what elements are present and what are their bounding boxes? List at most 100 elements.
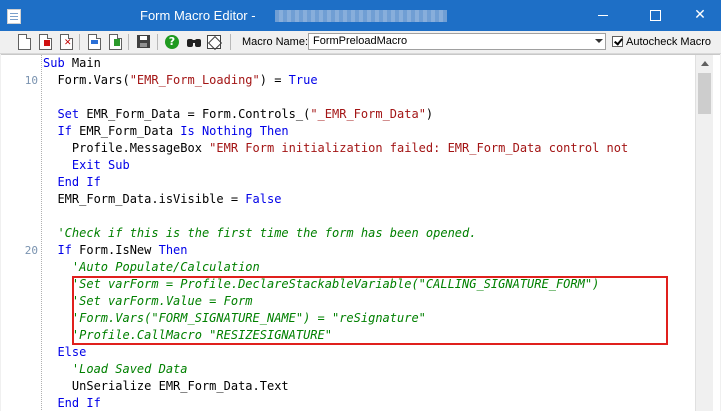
code-token: Sub [43, 56, 72, 70]
code-token: Form.IsNew [79, 243, 159, 257]
code-token: False [245, 192, 282, 206]
code-token: End If [43, 175, 101, 189]
code-token: UnSerialize EMR_Form_Data.Text [43, 379, 289, 393]
code-token: EMR_Form_Data [79, 124, 181, 138]
help-button[interactable]: ? [164, 34, 180, 50]
code-token: EMR_Form_Data.isVisible = [43, 192, 246, 206]
code-line[interactable]: 'Check if this is the first time the for… [1, 225, 701, 242]
minimize-button[interactable] [586, 0, 620, 31]
scroll-up-arrow-icon[interactable] [696, 55, 713, 72]
code-line[interactable]: 20 If Form.IsNew Then [1, 242, 701, 259]
toolbar-separator [157, 34, 158, 50]
find-icon [186, 36, 202, 48]
delete-macro-button[interactable]: ✕ [58, 34, 74, 50]
code-token: 'Auto Populate/Calculation [43, 260, 260, 274]
close-button[interactable]: ✕ [683, 0, 717, 31]
redacted-title-text [275, 10, 447, 22]
code-line[interactable]: If EMR_Form_Data Is Nothing Then [1, 123, 701, 140]
find-button[interactable] [186, 34, 202, 50]
new-macro-button[interactable] [16, 34, 32, 50]
toolbar-separator [79, 34, 80, 50]
code-text: Else [43, 344, 86, 361]
code-token: ) = [259, 73, 289, 87]
code-token: "EMR Form initialization failed: EMR_For… [209, 141, 629, 155]
code-token: Form.Vars( [43, 73, 130, 87]
code-token: If [43, 124, 80, 138]
code-line[interactable]: End If [1, 395, 701, 411]
code-token: 'Check if this is the first time the for… [43, 226, 477, 240]
code-token: Main [71, 56, 101, 70]
code-text: Set EMR_Form_Data = Form.Controls_("_EMR… [43, 106, 433, 123]
code-editor[interactable]: Sub Main 10 Form.Vars("EMR_Form_Loading")… [1, 54, 720, 411]
code-line[interactable]: 10 Form.Vars("EMR_Form_Loading") = True [1, 72, 701, 89]
code-text: 'Auto Populate/Calculation [43, 259, 260, 276]
new-from-template-button[interactable] [37, 34, 53, 50]
line-number: 20 [24, 244, 38, 257]
code-token: True [288, 73, 318, 87]
code-token: "_EMR_Form_Data" [310, 107, 426, 121]
code-text: 'Check if this is the first time the for… [43, 225, 476, 242]
window-title: Form Macro Editor - [140, 8, 256, 23]
code-token: Is Nothing Then [180, 124, 289, 138]
save-button[interactable] [136, 34, 152, 50]
code-line[interactable]: End If [1, 174, 701, 191]
import-icon [88, 34, 101, 50]
code-token: "EMR_Form_Loading" [129, 73, 260, 87]
code-line[interactable]: 'Load Saved Data [1, 361, 701, 378]
code-token: Exit Sub [43, 158, 130, 172]
code-text: Form.Vars("EMR_Form_Loading") = True [43, 72, 318, 89]
import-button[interactable] [86, 34, 102, 50]
autocheck-label: Autocheck Macro [626, 36, 711, 48]
code-text: End If [43, 174, 101, 191]
toolbar-separator [128, 34, 129, 50]
code-text: Sub Main [43, 55, 101, 72]
code-line[interactable]: 'Auto Populate/Calculation [1, 259, 701, 276]
new-document-icon [18, 34, 31, 50]
code-line[interactable] [1, 208, 701, 225]
code-line[interactable]: UnSerialize EMR_Form_Data.Text [1, 378, 701, 395]
export-icon [109, 34, 122, 50]
code-line[interactable]: Else [1, 344, 701, 361]
code-text: If EMR_Form_Data Is Nothing Then [43, 123, 289, 140]
code-text: End If [43, 395, 101, 411]
code-line[interactable] [1, 89, 701, 106]
maximize-button[interactable] [638, 0, 672, 31]
code-line[interactable]: EMR_Form_Data.isVisible = False [1, 191, 701, 208]
code-token: EMR_Form_Data = Form.Controls_( [86, 107, 311, 121]
code-text: Profile.MessageBox "EMR Form initializat… [43, 140, 628, 157]
macro-name-value: FormPreloadMacro [313, 35, 408, 47]
code-text: Exit Sub [43, 157, 130, 174]
title-bar[interactable]: Form Macro Editor - ✕ [0, 0, 721, 31]
vertical-scrollbar[interactable] [695, 55, 713, 411]
macro-name-label: Macro Name: [242, 36, 309, 48]
delete-document-icon: ✕ [60, 34, 73, 50]
maximize-icon [649, 9, 661, 21]
print-button[interactable] [206, 34, 223, 51]
code-token: ) [425, 107, 434, 121]
export-button[interactable] [107, 34, 123, 50]
scrollbar-thumb[interactable] [698, 73, 711, 114]
line-number: 10 [24, 74, 38, 87]
code-line[interactable]: Exit Sub [1, 157, 701, 174]
toolbar-separator [230, 34, 231, 50]
macro-name-select[interactable]: FormPreloadMacro [308, 33, 606, 50]
code-token: Else [43, 345, 87, 359]
help-icon: ? [165, 35, 179, 49]
print-icon [207, 35, 223, 51]
code-token: Profile.MessageBox [43, 141, 210, 155]
code-token: 'Load Saved Data [43, 362, 188, 376]
minimize-icon [598, 14, 608, 16]
toolbar: ✕ ? Macro Name: FormPreloadMacro Autoche… [0, 31, 721, 54]
code-line[interactable]: Sub Main [1, 55, 701, 72]
close-icon: ✕ [694, 7, 706, 23]
code-line[interactable]: Set EMR_Form_Data = Form.Controls_("_EMR… [1, 106, 701, 123]
form-macro-editor-window: Form Macro Editor - ✕ ✕ ? Macro Name: Fo… [0, 0, 721, 411]
highlight-annotation-box [72, 276, 668, 345]
code-token: Then [158, 243, 188, 257]
code-line[interactable]: Profile.MessageBox "EMR Form initializat… [1, 140, 701, 157]
code-text: If Form.IsNew Then [43, 242, 188, 259]
autocheck-checkbox[interactable] [612, 36, 623, 47]
chevron-down-icon [595, 39, 603, 43]
code-text: UnSerialize EMR_Form_Data.Text [43, 378, 289, 395]
code-token: End If [43, 396, 101, 410]
